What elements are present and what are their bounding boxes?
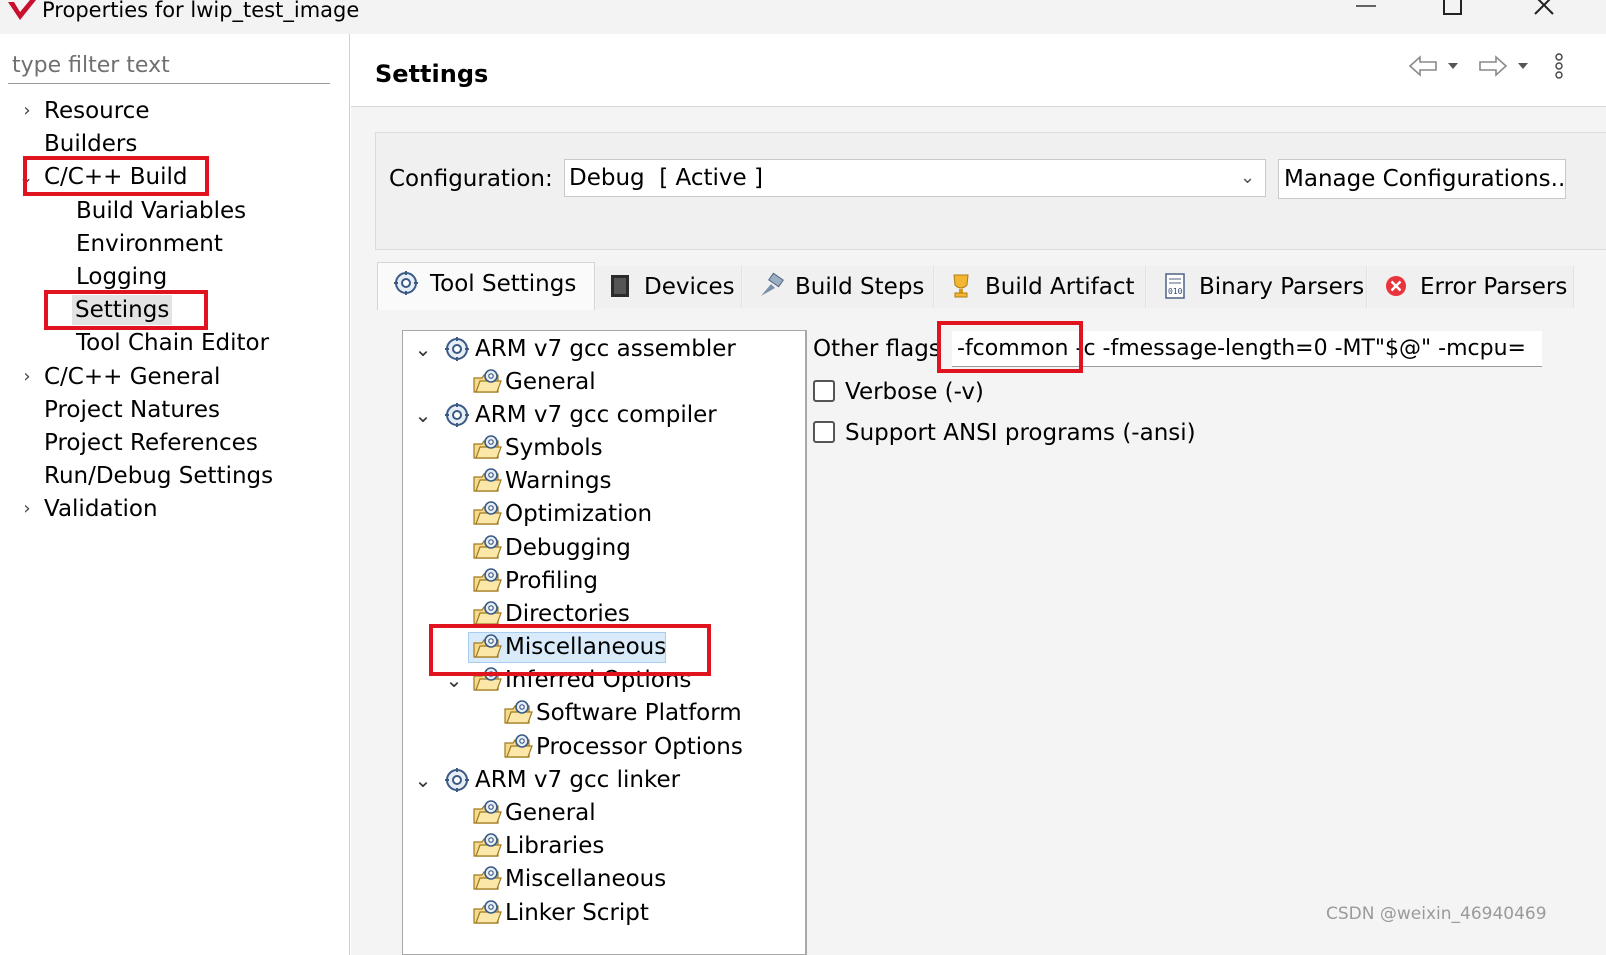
tree-item-linker-script[interactable]: Linker Script [505, 898, 649, 928]
tree-item-optimization[interactable]: Optimization [505, 499, 652, 529]
tab-binary-parsers[interactable]: 010 Binary Parsers [1147, 266, 1367, 308]
tab-label: Build Steps [795, 274, 925, 300]
error-icon [1386, 275, 1406, 296]
watermark: CSDN @weixin_46940469 [1326, 904, 1547, 924]
option-folder-icon [472, 434, 502, 462]
verbose-checkbox[interactable] [813, 380, 835, 402]
nav-item-build-variables[interactable]: Build Variables [76, 196, 246, 226]
nav-item-builders[interactable]: Builders [44, 129, 137, 159]
option-folder-icon [472, 865, 502, 893]
filter-input[interactable] [8, 48, 330, 84]
maximize-icon[interactable] [1433, 0, 1473, 24]
other-flags-rest-text: -c -fmessage-length=0 -MT"$@" -mcpu= [1068, 336, 1526, 361]
tree-item-debugging[interactable]: Debugging [505, 533, 631, 563]
tab-devices[interactable]: Devices [596, 266, 742, 308]
more-icon[interactable] [1552, 52, 1566, 82]
nav-item-cpp-general[interactable]: C/C++ General [44, 362, 220, 392]
tree-item-symbols[interactable]: Symbols [505, 433, 603, 463]
option-folder-icon [503, 699, 533, 727]
tree-item-software-platform[interactable]: Software Platform [536, 698, 742, 728]
svg-text:010: 010 [1168, 287, 1183, 296]
tree-item-linker[interactable]: ARM v7 gcc linker [475, 765, 680, 795]
devices-icon [611, 274, 629, 297]
option-folder-icon [472, 799, 502, 827]
page-title: Settings [375, 60, 489, 88]
option-folder-icon [503, 733, 533, 761]
tree-item-linker-miscellaneous[interactable]: Miscellaneous [505, 864, 666, 894]
nav-item-environment[interactable]: Environment [76, 229, 223, 259]
tool-settings-icon [394, 270, 418, 295]
chevron-right-icon[interactable]: › [17, 362, 37, 392]
forward-arrow-icon[interactable] [1476, 52, 1532, 80]
minimize-icon[interactable] [1346, 0, 1386, 24]
tab-label: Tool Settings [430, 271, 577, 297]
build-steps-icon [761, 272, 784, 296]
option-folder-icon [472, 368, 502, 396]
window-title: Properties for lwip_test_image [42, 0, 360, 22]
nav-item-project-natures[interactable]: Project Natures [44, 395, 220, 425]
nav-item-run-debug-settings[interactable]: Run/Debug Settings [44, 461, 273, 491]
tree-item-warnings[interactable]: Warnings [505, 466, 612, 496]
chevron-right-icon[interactable]: › [17, 96, 37, 126]
tree-item-compiler[interactable]: ARM v7 gcc compiler [475, 400, 717, 430]
tool-gear-icon [442, 766, 472, 794]
configuration-label: Configuration: [389, 166, 553, 192]
tab-label: Build Artifact [985, 274, 1135, 300]
tree-item-asm-general[interactable]: General [505, 367, 596, 397]
nav-item-resource[interactable]: Resource [44, 96, 149, 126]
nav-item-project-references[interactable]: Project References [44, 428, 258, 458]
ansi-checkbox[interactable] [813, 421, 835, 443]
close-icon[interactable] [1524, 0, 1564, 24]
chevron-down-icon[interactable]: ⌄ [413, 400, 433, 430]
annotation-box-settings [44, 290, 208, 330]
ansi-label: Support ANSI programs (-ansi) [845, 420, 1196, 446]
tab-tool-settings[interactable]: Tool Settings [377, 262, 595, 310]
tab-build-artifact[interactable]: Build Artifact [935, 266, 1146, 308]
annotation-box-cpp-build [23, 156, 209, 196]
manage-configurations-button[interactable]: Manage Configurations... [1278, 159, 1566, 199]
nav-item-logging[interactable]: Logging [76, 262, 167, 292]
tab-error-parsers[interactable]: Error Parsers [1368, 266, 1574, 308]
annotation-box-fcommon [937, 321, 1083, 373]
tab-label: Error Parsers [1420, 274, 1568, 300]
app-logo-icon [8, 0, 36, 20]
tool-gear-icon [442, 401, 472, 429]
tree-item-profiling[interactable]: Profiling [505, 566, 598, 596]
chevron-down-icon[interactable]: ⌄ [1240, 162, 1255, 194]
back-arrow-icon[interactable] [1406, 52, 1460, 80]
annotation-box-miscellaneous [429, 624, 711, 676]
tab-build-steps[interactable]: Build Steps [743, 266, 934, 308]
tool-gear-icon [442, 335, 472, 363]
tree-item-processor-options[interactable]: Processor Options [536, 732, 743, 762]
tab-label: Binary Parsers [1199, 274, 1365, 300]
chevron-down-icon[interactable]: ⌄ [413, 334, 433, 364]
chevron-down-icon[interactable]: ⌄ [413, 765, 433, 795]
chevron-right-icon[interactable]: › [17, 494, 37, 524]
tab-label: Devices [644, 274, 735, 300]
tree-item-libraries[interactable]: Libraries [505, 831, 604, 861]
option-folder-icon [472, 899, 502, 927]
option-folder-icon [472, 500, 502, 528]
option-folder-icon [472, 832, 502, 860]
tree-item-linker-general[interactable]: General [505, 798, 596, 828]
other-flags-label: Other flags [813, 336, 941, 362]
nav-item-validation[interactable]: Validation [44, 494, 158, 524]
option-folder-icon [472, 567, 502, 595]
tree-item-assembler[interactable]: ARM v7 gcc assembler [475, 334, 736, 364]
verbose-label: Verbose (-v) [845, 379, 984, 405]
binary-parser-icon: 010 [1165, 272, 1185, 299]
trophy-icon [953, 274, 969, 297]
option-folder-icon [472, 467, 502, 495]
panel-divider[interactable] [349, 34, 350, 955]
option-folder-icon [472, 534, 502, 562]
configuration-select[interactable]: Debug [ Active ] [564, 159, 1266, 197]
nav-item-tool-chain-editor[interactable]: Tool Chain Editor [76, 328, 269, 358]
